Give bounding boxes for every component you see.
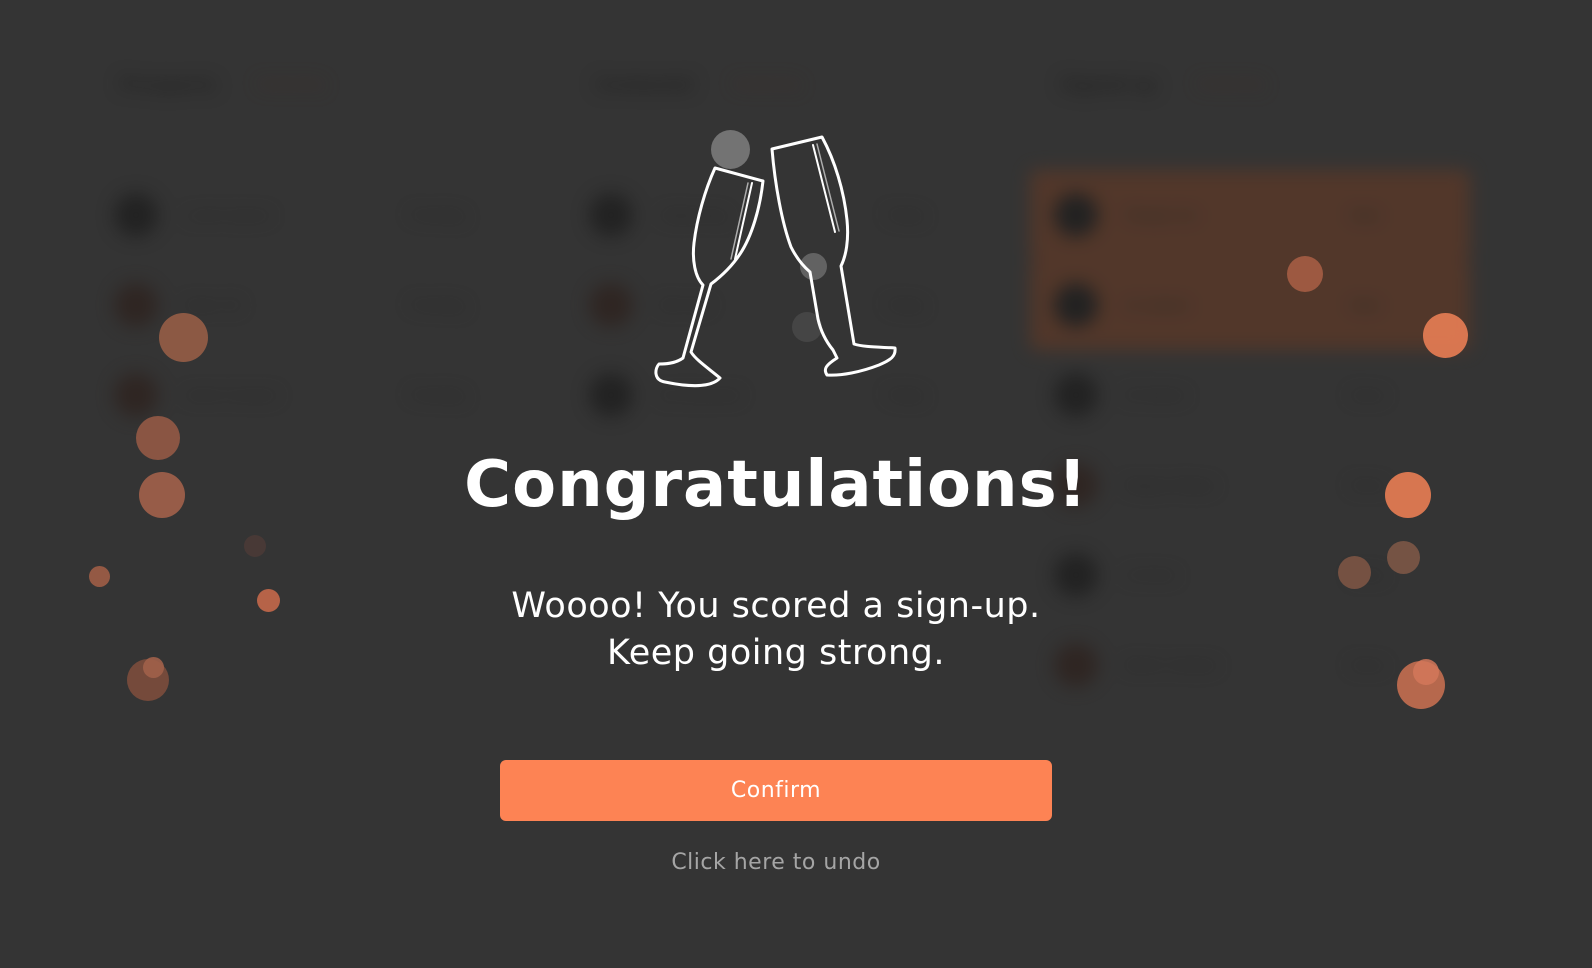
congratulations-message: Woooo! You scored a sign-up. Keep going …: [0, 583, 1552, 677]
confirm-button[interactable]: Confirm: [500, 760, 1052, 821]
message-line-2: Keep going strong.: [606, 633, 945, 673]
celebration-screen: Prospects Sorted by Lorem Ipsum Pending …: [0, 0, 1592, 968]
undo-link[interactable]: Click here to undo: [0, 850, 1552, 875]
celebration-modal: Congratulations! Woooo! You scored a sig…: [0, 0, 1552, 968]
message-line-1: Woooo! You scored a sign-up.: [511, 586, 1041, 626]
congratulations-title: Congratulations!: [464, 448, 1088, 522]
champagne-glasses-icon: [654, 135, 897, 388]
